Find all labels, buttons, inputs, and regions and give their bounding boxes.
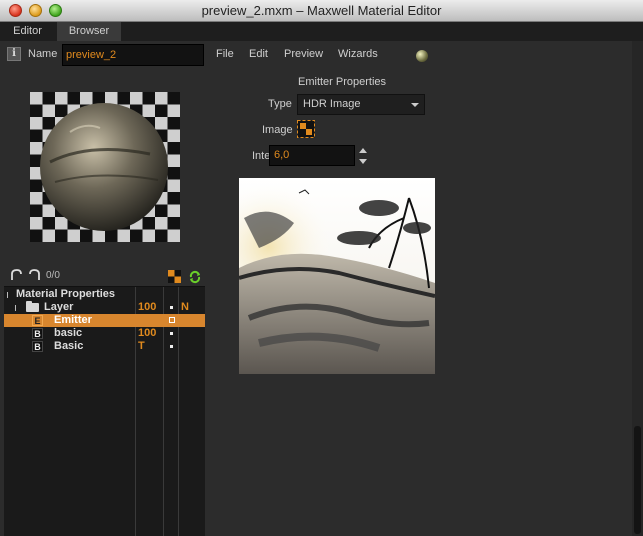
layer-blend-flag[interactable]: N: [181, 301, 189, 314]
globe-icon[interactable]: [416, 50, 428, 62]
refresh-icon[interactable]: [188, 270, 202, 284]
info-icon[interactable]: i: [7, 47, 21, 61]
window-title: preview_2.mxm – Maxwell Material Editor: [201, 3, 442, 18]
intensity-stepper[interactable]: [357, 145, 369, 167]
menu-file[interactable]: File: [216, 48, 234, 60]
material-preview[interactable]: [30, 92, 180, 242]
menu-preview[interactable]: Preview: [284, 48, 323, 60]
emitter-properties-title: Emitter Properties: [298, 76, 387, 88]
folder-icon: [26, 301, 39, 312]
tab-editor[interactable]: Editor: [0, 22, 55, 41]
hdr-image-thumbnail: [239, 178, 435, 374]
tree-row-label: Emitter: [54, 314, 92, 326]
tree-row-label: Basic: [54, 340, 84, 352]
name-label: Name: [28, 48, 58, 60]
chevron-down-icon: [411, 103, 419, 107]
scrollbar-thumb[interactable]: [634, 426, 641, 534]
visibility-square[interactable]: [169, 317, 175, 323]
layer-weight[interactable]: 100: [138, 301, 156, 314]
tree-row-basic-lower[interactable]: B basic 100: [4, 327, 205, 340]
emitter-type-select[interactable]: HDR Image: [297, 94, 425, 115]
undo-counter: 0/0: [46, 270, 60, 281]
menu-wizards[interactable]: Wizards: [338, 48, 378, 60]
emitter-type-value: HDR Image: [303, 98, 361, 110]
stepper-up-icon[interactable]: [359, 148, 367, 153]
type-label: Type: [268, 98, 292, 110]
intensity-input[interactable]: 6,0: [269, 145, 355, 166]
tree-row-material-properties[interactable]: Material Properties: [4, 288, 205, 301]
stepper-down-icon[interactable]: [359, 159, 367, 164]
visibility-dot[interactable]: [170, 306, 173, 309]
collapse-toggle[interactable]: [7, 292, 13, 298]
title-bar: preview_2.mxm – Maxwell Material Editor: [0, 0, 643, 22]
bsdf-badge-icon: B: [32, 328, 43, 339]
visibility-dot[interactable]: [170, 332, 173, 335]
tree-row-label: Material Properties: [16, 288, 116, 300]
menu-edit[interactable]: Edit: [249, 48, 268, 60]
tab-bar: Editor Browser: [0, 22, 643, 41]
tree-row-basic-upper[interactable]: B Basic T: [4, 340, 205, 353]
material-name-input[interactable]: preview_2: [62, 44, 204, 66]
bsdf-weight[interactable]: T: [138, 340, 145, 353]
tree-row-label: basic: [54, 327, 83, 339]
checker-icon[interactable]: [168, 270, 181, 283]
tree-row-emitter[interactable]: E Emitter: [4, 314, 205, 327]
material-tree: Material Properties Layer 100 N E Emitte…: [4, 286, 205, 536]
visibility-dot[interactable]: [170, 345, 173, 348]
image-label: Image: [262, 124, 293, 136]
undo-icon[interactable]: [9, 268, 23, 282]
vertical-scrollbar[interactable]: [632, 41, 643, 536]
tab-browser[interactable]: Browser: [57, 22, 121, 41]
collapse-toggle[interactable]: [15, 305, 21, 311]
redo-icon[interactable]: [28, 268, 42, 282]
image-picker-icon[interactable]: [297, 120, 315, 138]
bsdf-weight[interactable]: 100: [138, 327, 156, 340]
bsdf-badge-icon: B: [32, 341, 43, 352]
tree-row-label: Layer: [44, 301, 74, 313]
tree-row-layer[interactable]: Layer 100 N: [4, 301, 205, 314]
emitter-badge-icon: E: [32, 315, 43, 326]
